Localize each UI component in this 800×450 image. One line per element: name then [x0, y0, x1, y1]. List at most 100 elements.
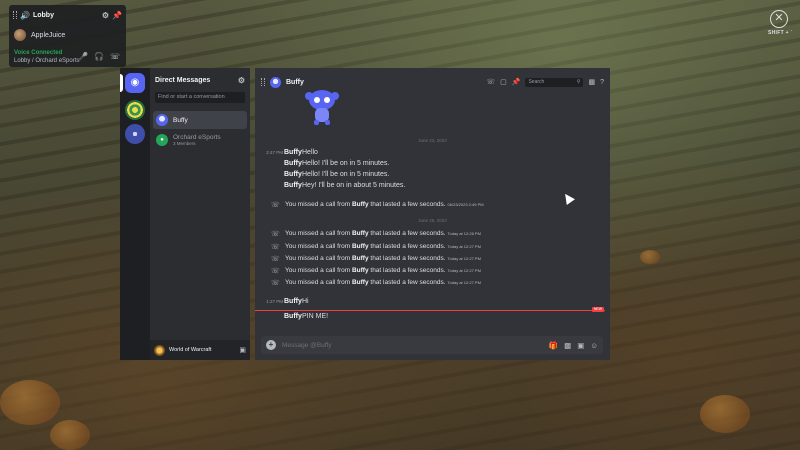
game-pumpkin — [640, 250, 660, 264]
shortcut-hint: SHIFT + ` — [768, 30, 793, 36]
dm-item-label: Buffy — [173, 116, 188, 124]
missed-call-icon: ☏ — [271, 280, 280, 287]
screen-share-icon[interactable]: ▣ — [239, 346, 246, 354]
dm-header: Direct Messages ⚙ — [155, 74, 245, 86]
video-call-icon[interactable]: ▢ — [500, 78, 507, 86]
voice-status: Voice Connected Lobby / Orchard eSports — [14, 49, 79, 65]
missed-call-caller: Buffy — [351, 243, 369, 250]
home-button[interactable]: ◉ — [125, 73, 145, 93]
missed-call-text: You missed a call from — [285, 267, 351, 274]
missed-call-text: You missed a call from — [285, 243, 351, 250]
voice-connected-label: Voice Connected — [14, 50, 63, 56]
discord-logo-icon: ◉ — [130, 77, 140, 88]
missed-call-caller: Buffy — [351, 230, 369, 237]
dm-title: Direct Messages — [155, 76, 211, 84]
message-input[interactable] — [282, 341, 543, 349]
date-divider: June 26, 2023 — [418, 218, 447, 223]
missed-call-caller: Buffy — [351, 279, 369, 286]
message-composer: + 🎁 ▩ ▣ ☺ — [261, 336, 603, 354]
voice-call-icon[interactable]: ☏ — [486, 78, 495, 86]
search-placeholder: Search — [528, 79, 545, 85]
attach-plus-button[interactable]: + — [266, 340, 276, 350]
avatar — [270, 76, 281, 88]
dm-sidebar: Direct Messages ⚙ Find or start a conver… — [150, 68, 250, 360]
gift-icon[interactable]: 🎁 — [549, 341, 558, 350]
disconnect-icon[interactable]: ☏ — [110, 52, 120, 61]
message-text: PIN ME! — [302, 313, 329, 320]
dm-item-orchard-esports[interactable]: ● Orchard eSports 3 Members — [153, 130, 247, 150]
missed-call-text: that lasted a few seconds. — [370, 255, 446, 262]
message-time: 1:27 PM — [266, 299, 283, 304]
chat-search-input[interactable]: Search ⚲ — [525, 77, 584, 87]
server-icon[interactable] — [125, 124, 145, 144]
missed-call-time: Today at 12:26 PM — [447, 231, 481, 236]
emoji-icon[interactable]: ☺ — [590, 341, 598, 350]
voice-overlay: 🔊 Lobby ⚙ 📌 AppleJuice Voice Connected L… — [9, 5, 126, 67]
new-badge: NEW — [592, 307, 604, 312]
game-pumpkin — [700, 395, 750, 433]
sticker-image — [305, 90, 339, 125]
avatar — [14, 29, 26, 41]
game-pumpkin — [0, 380, 60, 425]
game-logo-icon — [154, 344, 165, 356]
missed-call-caller: Buffy — [351, 255, 369, 262]
voice-location: Lobby / Orchard eSports — [14, 58, 80, 64]
missed-call-icon: ☏ — [271, 231, 280, 238]
missed-call-caller: Buffy — [351, 267, 369, 274]
missed-call-time: Today at 12:27 PM — [447, 268, 481, 273]
missed-call-icon: ☏ — [271, 256, 280, 263]
drag-handle-icon[interactable] — [13, 11, 17, 19]
message-text: Hello! I'll be on in 5 minutes. — [302, 171, 390, 178]
sticker-icon[interactable]: ▣ — [577, 341, 584, 350]
missed-call-time: Today at 12:27 PM — [447, 256, 481, 261]
missed-call-text: that lasted a few seconds. — [370, 230, 446, 237]
voice-user: AppleJuice — [14, 29, 65, 41]
close-overlay-button[interactable]: ✕ — [770, 10, 788, 28]
message-text: Hello! I'll be on in 5 minutes. — [302, 160, 390, 167]
gif-icon[interactable]: ▩ — [564, 341, 571, 350]
speaker-icon: 🔊 — [20, 10, 30, 20]
dm-item-buffy[interactable]: Buffy — [153, 111, 247, 129]
missed-call-icon: ☏ — [271, 244, 280, 251]
dm-item-label: Orchard eSports — [173, 134, 221, 141]
pin-icon[interactable]: 📌 — [112, 11, 122, 20]
chat-title: Buffy — [286, 78, 304, 86]
server-icon[interactable] — [125, 100, 145, 120]
headphones-icon[interactable]: 🎧 — [94, 52, 104, 61]
missed-call-time: 06/23/2023 2:49 PM — [447, 202, 484, 207]
help-icon[interactable]: ? — [600, 79, 604, 86]
missed-call-time: Today at 12:27 PM — [447, 244, 481, 249]
new-messages-divider — [255, 310, 605, 311]
missed-call-text: You missed a call from — [285, 230, 351, 237]
missed-call-icon: ☏ — [271, 202, 280, 209]
pin-icon[interactable]: 📌 — [512, 78, 521, 86]
message-text: Hello — [302, 149, 318, 156]
gear-icon[interactable]: ⚙ — [102, 11, 109, 20]
missed-call-text: that lasted a few seconds. — [370, 243, 446, 250]
missed-call-icon: ☏ — [271, 268, 280, 275]
inbox-icon[interactable]: ▩ — [588, 78, 595, 86]
message-author: Buffy — [284, 160, 302, 167]
dm-search-input[interactable]: Find or start a conversation — [155, 92, 245, 103]
missed-call-text: that lasted a few seconds. — [370, 267, 446, 274]
group-icon: ● — [156, 134, 168, 146]
missed-call-text: You missed a call from — [285, 255, 351, 262]
drag-handle-icon[interactable] — [261, 78, 265, 86]
game-pumpkin — [50, 420, 90, 450]
now-playing-bar: World of Warcraft ▣ — [150, 340, 250, 360]
gear-icon[interactable]: ⚙ — [238, 76, 245, 85]
message-author: Buffy — [284, 171, 302, 178]
dm-item-subtitle: 3 Members — [173, 141, 196, 146]
missed-call-text: You missed a call from — [285, 279, 351, 286]
voice-controls: 🎤 🎧 ☏ — [78, 52, 120, 61]
date-divider: June 23, 2023 — [418, 138, 447, 143]
active-indicator — [120, 74, 123, 92]
message-author: Buffy — [284, 149, 302, 156]
voice-user-name: AppleJuice — [31, 31, 66, 39]
microphone-icon[interactable]: 🎤 — [78, 52, 88, 61]
avatar — [156, 114, 168, 126]
missed-call-caller: Buffy — [351, 201, 369, 208]
game-name: World of Warcraft — [169, 347, 212, 353]
close-icon: ✕ — [774, 12, 784, 24]
message-author: Buffy — [284, 182, 302, 189]
